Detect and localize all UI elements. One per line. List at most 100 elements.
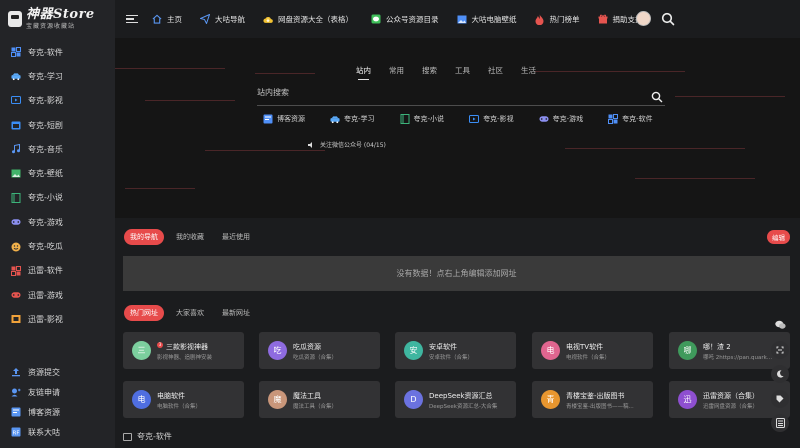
wechat-notice[interactable]: 关注微信公众号 (04/15) (307, 140, 386, 149)
search-submit-icon[interactable] (651, 88, 663, 103)
sidebar-item-label: 联系大咕 (28, 427, 60, 437)
header-nav-link[interactable]: 大咕电脑壁纸 (457, 14, 517, 25)
search-scope-option[interactable]: 夸克-游戏 (539, 114, 583, 124)
new-badge: 3 (157, 342, 163, 348)
site-card-title: 安卓软件 (429, 343, 457, 351)
sidebar-item-label: 夸克-软件 (28, 47, 63, 57)
image-icon (11, 169, 21, 179)
moon-float-icon[interactable] (771, 365, 789, 383)
sidebar-bottom-item[interactable]: 友链申请 (0, 382, 115, 402)
site-card[interactable]: 吃吃瓜资源 吃瓜资源（合集） (259, 332, 380, 369)
hot-sites-tab[interactable]: 大家喜欢 (170, 305, 210, 321)
search-scope-option[interactable]: 夸克-学习 (330, 114, 375, 124)
header-nav-link[interactable]: 热门榜单 (535, 14, 580, 25)
apps-icon (11, 265, 21, 276)
search-scope-option[interactable]: 夸克-小说 (400, 114, 444, 124)
search-tab[interactable]: 搜索 (422, 65, 437, 76)
tag-float-icon[interactable] (771, 390, 789, 408)
site-card-avatar: 电 (541, 341, 560, 360)
sidebar-item[interactable]: 夸克-游戏 (0, 210, 115, 234)
tv-icon (469, 114, 480, 124)
logo[interactable]: 神器Store 宝藏资源收藏站 (0, 0, 115, 38)
site-card-avatar: 迅 (678, 390, 697, 409)
sidebar-item[interactable]: 夸克-影视 (0, 89, 115, 113)
site-card-title: DeepSeek资源汇总 (429, 392, 493, 400)
site-card-title: 电视TV软件 (566, 343, 604, 351)
sidebar-item[interactable]: 夸克-短剧 (0, 113, 115, 137)
sidebar-item[interactable]: 夸克-吃瓜 (0, 234, 115, 258)
sidebar-item[interactable]: 夸克-小说 (0, 186, 115, 210)
section-title: 夸克-软件 (123, 431, 172, 442)
sidebar-item-label: 资源提交 (28, 367, 60, 377)
empty-nav-message: 没有数据！点右上角编辑添加网址 (123, 256, 790, 291)
wechat-icon (371, 14, 381, 24)
link-icon (11, 387, 21, 397)
wechat-float-icon[interactable] (771, 316, 789, 334)
search-scope-label: 夸克-软件 (622, 115, 653, 123)
search-tab[interactable]: 站内 (356, 65, 371, 80)
header-nav-link[interactable]: 网盘资源大全（表格） (263, 14, 353, 25)
sidebar-item[interactable]: 夸克-学习 (0, 64, 115, 88)
site-card-desc: 吃瓜资源（合集） (293, 355, 338, 361)
sidebar-bottom-item[interactable]: RF 联系大咕 (0, 422, 115, 442)
search-tab[interactable]: 工具 (455, 65, 470, 76)
sidebar-item[interactable]: 迅雷-软件 (0, 259, 115, 283)
site-card-desc: 魔法工具（合集） (293, 404, 338, 410)
expand-float-icon[interactable] (771, 341, 789, 359)
site-card[interactable]: D DeepSeek资源汇总 DeepSeek资源汇总-大合集 (395, 381, 516, 418)
calculator-float-icon[interactable] (771, 414, 789, 432)
hot-sites-tab[interactable]: 热门网址 (124, 305, 164, 321)
header-nav-label: 大咕导航 (215, 14, 245, 24)
hot-sites-tab[interactable]: 最新网址 (216, 305, 256, 321)
site-card-desc: 哪吒 2https://pan.quark... (703, 355, 773, 361)
site-card[interactable]: 电电脑软件 电脑软件（合集） (123, 381, 244, 418)
edit-button[interactable]: 编辑 (767, 230, 790, 244)
sidebar-item[interactable]: 夸克-软件 (0, 40, 115, 64)
header-nav-link[interactable]: 主页 (152, 14, 182, 25)
site-card[interactable]: 魔魔法工具 魔法工具（合集） (259, 381, 380, 418)
search-scope-label: 夸克-影视 (483, 115, 514, 123)
sidebar-item-label: 夸克-小说 (28, 193, 63, 203)
header-nav-link[interactable]: 公众号资源目录 (371, 14, 439, 25)
site-card-title: 三款影视神器 (166, 343, 208, 351)
menu-toggle-icon[interactable] (126, 14, 138, 24)
sidebar-bottom-item[interactable]: 博客资源 (0, 402, 115, 422)
site-card-title: 电脑软件 (157, 392, 185, 400)
search-scope-option[interactable]: 夸克-影视 (469, 114, 514, 124)
site-card[interactable]: 电电视TV软件 电视软件（合集） (532, 332, 653, 369)
site-card[interactable]: 青青楼宝鉴-出版图书 青楼宝鉴-出版图书——稿... (532, 381, 653, 418)
user-avatar[interactable] (636, 11, 651, 26)
sidebar-item[interactable]: 夸克-壁纸 (0, 161, 115, 185)
my-nav-tab[interactable]: 最近使用 (216, 229, 256, 245)
emoji-icon (11, 242, 21, 252)
section-title-text: 夸克-软件 (137, 432, 172, 441)
search-tab[interactable]: 常用 (389, 65, 404, 76)
header-nav-label: 网盘资源大全（表格） (278, 14, 353, 24)
site-card[interactable]: 三 3 三款影视神器 影视神器、追剧神安装 (123, 332, 244, 369)
site-card-avatar: 青 (541, 390, 560, 409)
search-scope-option[interactable]: 博客资源 (263, 114, 305, 124)
search-input[interactable] (257, 88, 637, 97)
sidebar-item[interactable]: 夸克-音乐 (0, 137, 115, 161)
grid-icon (608, 114, 619, 124)
my-nav-tab[interactable]: 我的导航 (124, 229, 164, 245)
brand-title: 神器Store (26, 6, 95, 22)
sidebar-item-label: 夸克-壁纸 (28, 169, 63, 179)
notice-text: 关注微信公众号 (04/15) (320, 142, 386, 149)
search-scope-option[interactable]: 夸克-软件 (608, 114, 653, 124)
calendar-icon (11, 120, 21, 130)
search-tab[interactable]: 生活 (521, 65, 536, 76)
sidebar-bottom-item[interactable]: 资源提交 (0, 362, 115, 382)
my-nav-tab[interactable]: 我的收藏 (170, 229, 210, 245)
sidebar-item[interactable]: 迅雷-游戏 (0, 283, 115, 307)
sidebar-item[interactable]: 迅雷-影视 (0, 307, 115, 331)
site-card-avatar: 吃 (268, 341, 287, 360)
svg-text:RF: RF (13, 431, 20, 437)
upload-icon (11, 367, 21, 377)
site-card[interactable]: 安安卓软件 安卓软件（合集） (395, 332, 516, 369)
search-scope-label: 夸克-学习 (344, 115, 375, 123)
header-search-icon[interactable] (661, 11, 675, 26)
cloud-icon (263, 14, 273, 24)
search-tab[interactable]: 社区 (488, 65, 503, 76)
header-nav-link[interactable]: 大咕导航 (200, 14, 245, 25)
